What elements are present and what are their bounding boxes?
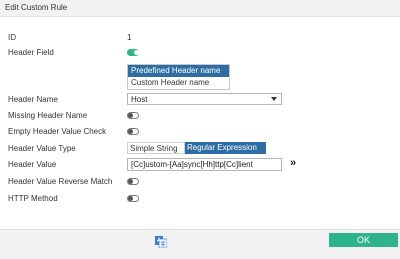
id-value: 1 bbox=[127, 33, 132, 42]
header-value-label: Header Value bbox=[8, 160, 57, 169]
simple-string-option[interactable]: Simple String bbox=[127, 142, 185, 154]
toggle-knob bbox=[128, 179, 133, 184]
empty-header-value-check-label: Empty Header Value Check bbox=[8, 127, 107, 136]
http-method-toggle[interactable] bbox=[127, 195, 139, 202]
id-label: ID bbox=[8, 33, 16, 42]
header-value-reverse-match-toggle[interactable] bbox=[127, 178, 139, 185]
header-field-toggle[interactable] bbox=[127, 49, 139, 56]
option-custom-header-name[interactable]: Custom Header name bbox=[128, 77, 229, 89]
dialog-title: Edit Custom Rule bbox=[5, 3, 68, 12]
toggle-knob bbox=[128, 113, 133, 118]
header-value-text: [Cc]ustom-[Aa]sync[Hh]ttp[Cc]lient bbox=[131, 160, 253, 169]
header-name-select[interactable]: Host bbox=[127, 93, 282, 105]
http-method-label: HTTP Method bbox=[8, 194, 58, 203]
chevron-down-icon bbox=[271, 97, 277, 101]
toggle-knob bbox=[134, 50, 139, 55]
header-name-label: Header Name bbox=[8, 95, 58, 104]
missing-header-name-toggle[interactable] bbox=[127, 112, 139, 119]
header-field-label: Header Field bbox=[8, 48, 54, 57]
option-predefined-header-name[interactable]: Predefined Header name bbox=[128, 65, 229, 77]
header-field-dropdown[interactable]: Predefined Header name Custom Header nam… bbox=[127, 64, 230, 90]
double-chevron-right-icon[interactable]: » bbox=[290, 157, 296, 169]
header-name-value: Host bbox=[131, 95, 148, 104]
dialog-titlebar: Edit Custom Rule bbox=[0, 0, 400, 17]
ok-button[interactable]: OK bbox=[329, 233, 398, 247]
missing-header-name-label: Missing Header Name bbox=[8, 111, 88, 120]
header-value-type-label: Header Value Type bbox=[8, 144, 76, 153]
toggle-knob bbox=[128, 196, 133, 201]
regular-expression-option[interactable]: Regular Expression bbox=[185, 142, 266, 154]
header-value-input[interactable]: [Cc]ustom-[Aa]sync[Hh]ttp[Cc]lient bbox=[127, 158, 282, 171]
translate-icon[interactable] bbox=[155, 236, 167, 248]
empty-header-value-check-toggle[interactable] bbox=[127, 128, 139, 135]
toggle-knob bbox=[128, 129, 133, 134]
header-value-reverse-match-label: Header Value Reverse Match bbox=[8, 177, 113, 186]
